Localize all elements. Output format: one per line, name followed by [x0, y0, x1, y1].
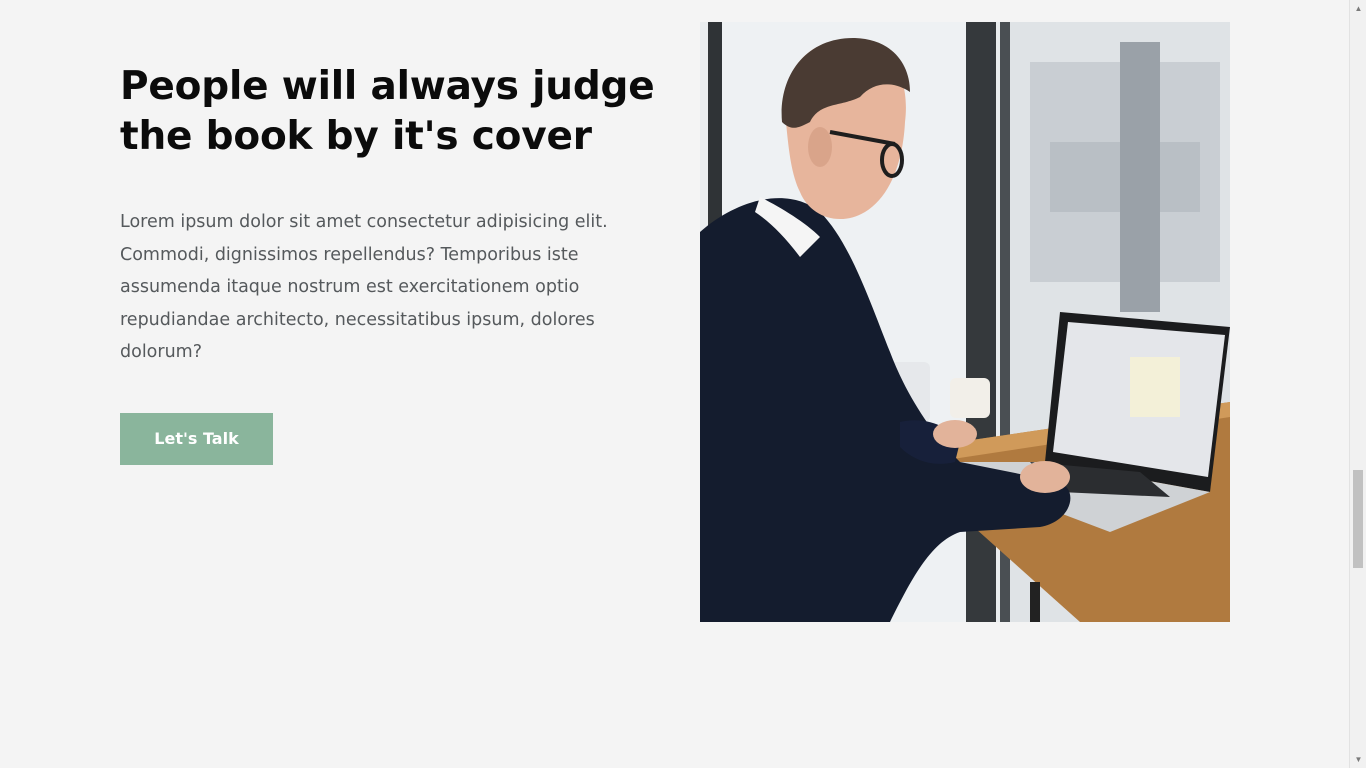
page-content: People will always judge the book by it'… [0, 0, 1349, 768]
vertical-scrollbar[interactable]: ▲ ▼ [1349, 0, 1366, 768]
scroll-up-arrow-icon[interactable]: ▲ [1350, 0, 1366, 17]
hero-photo [700, 22, 1230, 622]
scroll-down-arrow-icon[interactable]: ▼ [1350, 751, 1366, 768]
scrollbar-thumb[interactable] [1353, 470, 1363, 568]
hero-body-text: Lorem ipsum dolor sit amet consectetur a… [120, 212, 608, 362]
hero-headline: People will always judge the book by it'… [120, 64, 655, 159]
hero-text-column: People will always judge the book by it'… [120, 62, 660, 465]
lets-talk-button[interactable]: Let's Talk [120, 412, 273, 465]
man-at-laptop-illustration [700, 22, 1230, 622]
browser-viewport: People will always judge the book by it'… [0, 0, 1366, 768]
